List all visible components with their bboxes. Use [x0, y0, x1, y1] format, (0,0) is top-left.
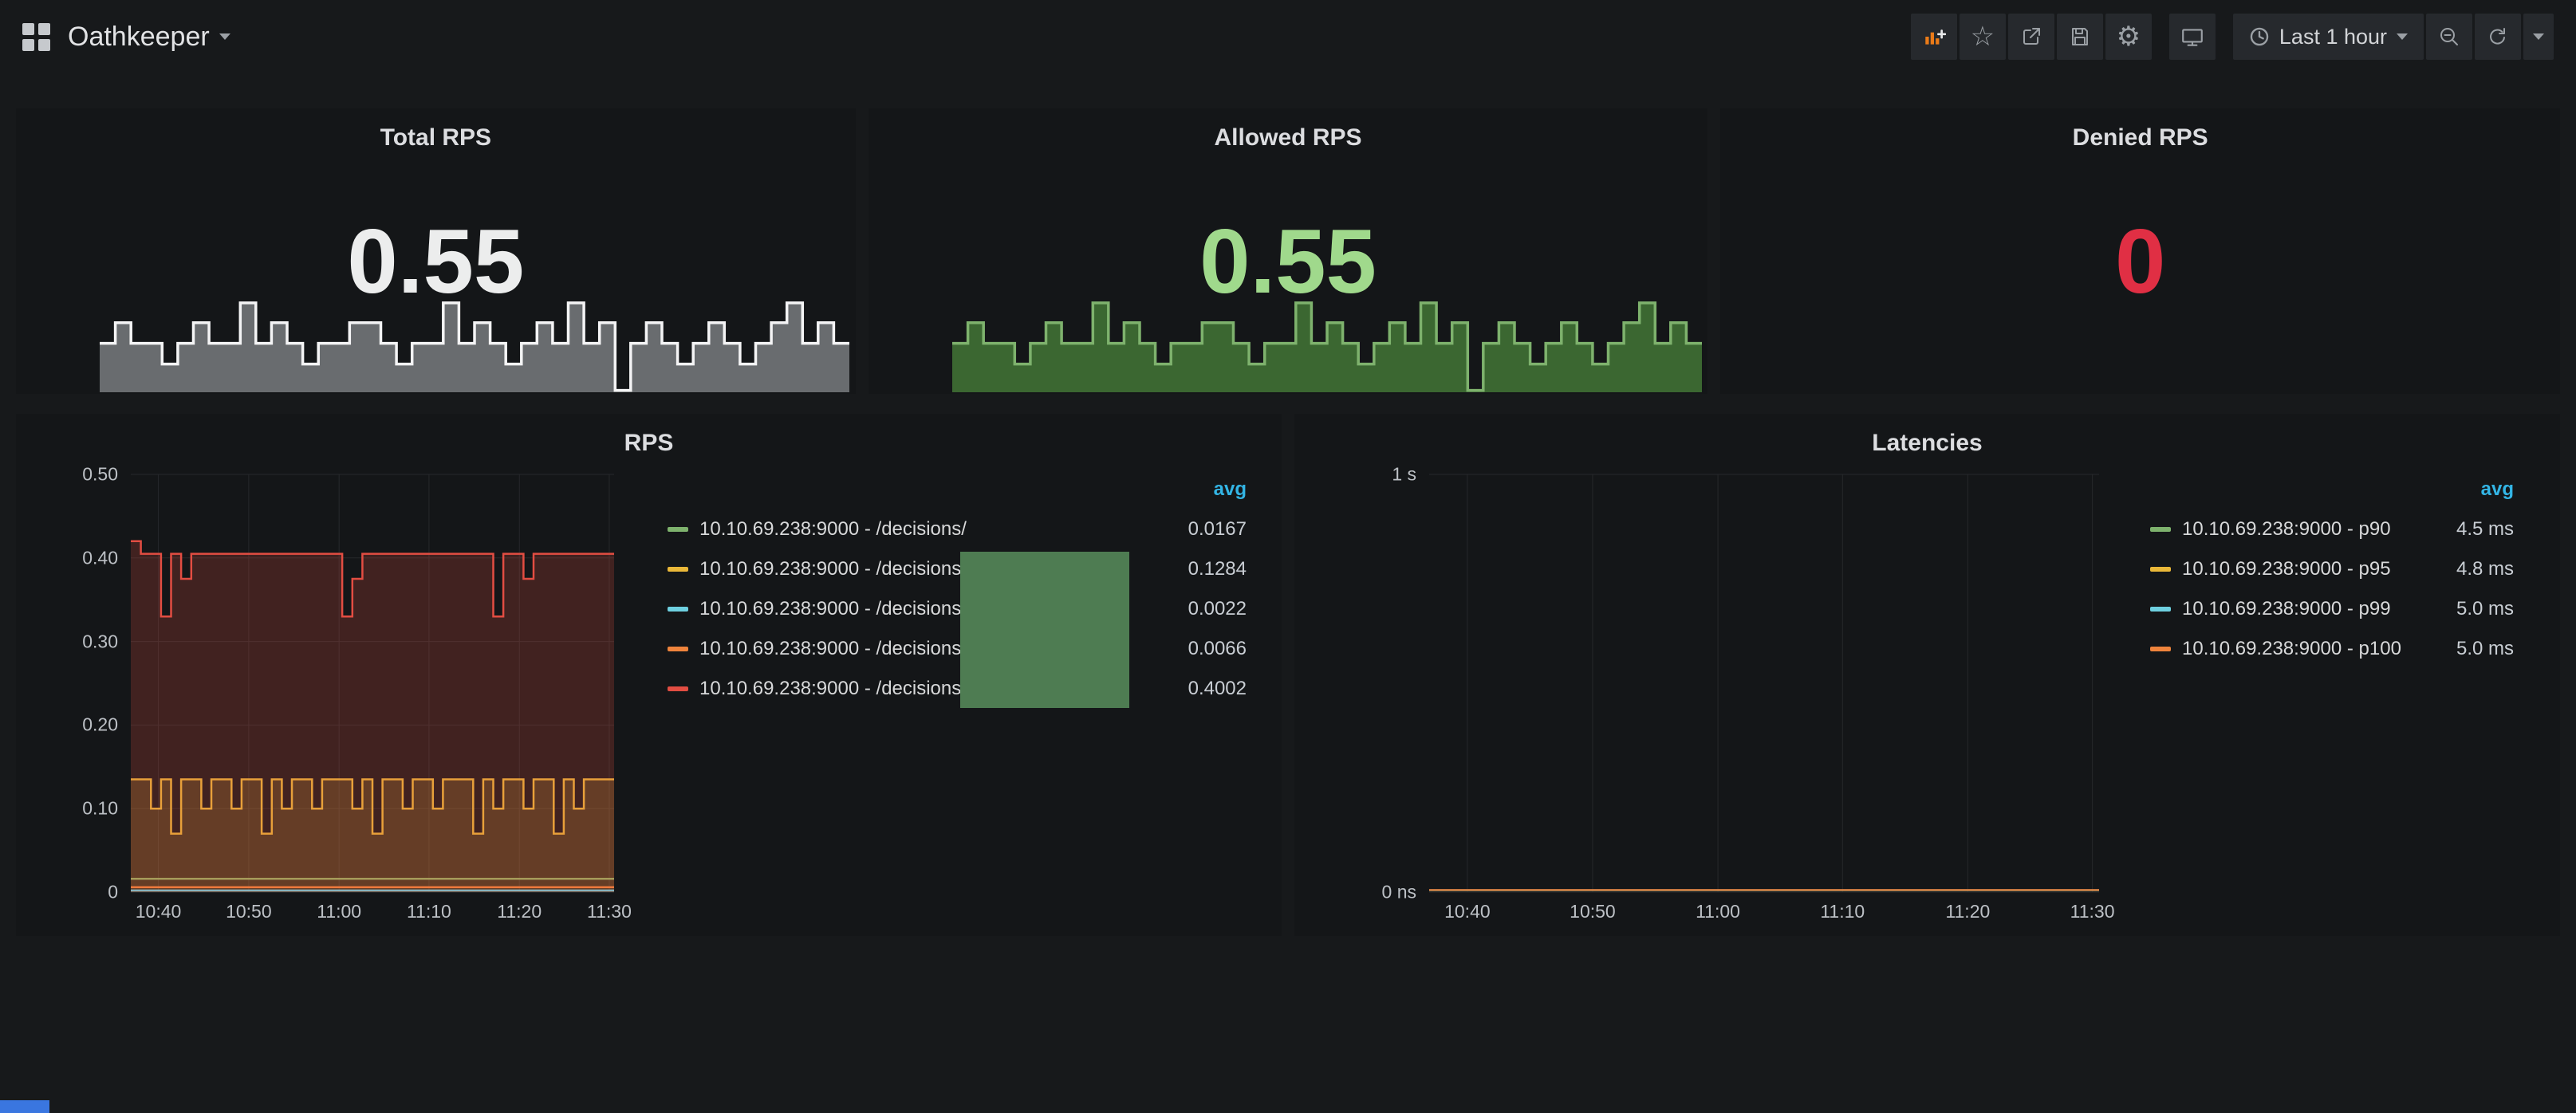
series-label: 10.10.69.238:9000 - p100	[2182, 638, 2401, 660]
time-range-label: Last 1 hour	[2279, 25, 2387, 49]
series-label: 10.10.69.238:9000 - /decisions/	[699, 638, 967, 660]
series-avg-value: 0.1284	[1188, 558, 1247, 580]
dashboard-settings-button[interactable]: ⚙	[2105, 14, 2152, 60]
time-range-caret-icon	[2397, 33, 2408, 40]
dashboard-title[interactable]: Oathkeeper	[68, 22, 210, 53]
star-dashboard-button[interactable]: ☆	[1960, 14, 2006, 60]
series-avg-value: 0.0167	[1188, 518, 1247, 541]
series-label: 10.10.69.238:9000 - /decisions/	[699, 678, 967, 700]
panel-title-denied-rps[interactable]: Denied RPS	[1720, 124, 2560, 151]
dashboard-dropdown-caret-icon[interactable]	[219, 33, 230, 40]
series-color-dash	[668, 607, 688, 612]
rps-chart[interactable]: 10:4010:5011:0011:1011:2011:300.500.400.…	[131, 474, 614, 892]
panel-title-latencies[interactable]: Latencies	[1294, 430, 2560, 457]
legend-avg-header: avg	[2150, 476, 2514, 509]
series-avg-value: 4.8 ms	[2456, 558, 2514, 580]
panel-denied-rps: Denied RPS 0	[1720, 108, 2560, 394]
series-label: 10.10.69.238:9000 - /decisions/	[699, 598, 967, 620]
series-avg-value: 0.0022	[1188, 598, 1247, 620]
save-icon	[2069, 26, 2091, 48]
add-panel-graph-icon	[1922, 25, 1946, 49]
share-dashboard-button[interactable]	[2008, 14, 2054, 60]
series-color-dash	[668, 686, 688, 691]
series-label: 10.10.69.238:9000 - /decisions/	[699, 558, 967, 580]
bottom-left-blue-strip	[0, 1100, 49, 1113]
legend-row[interactable]: 10.10.69.238:9000 - /decisions/ 0.0167	[668, 509, 1247, 549]
navbar-right: ☆ ⚙	[1911, 14, 2554, 60]
share-icon	[2020, 26, 2042, 48]
refresh-icon	[2487, 26, 2509, 48]
series-color-dash	[668, 527, 688, 532]
latencies-legend: avg 10.10.69.238:9000 - p90 4.5 ms 10.10…	[2150, 476, 2514, 669]
dashboard-grid: Total RPS 0.55 Allowed RPS 0.55 Denied R…	[0, 108, 2576, 936]
add-panel-button[interactable]	[1911, 14, 1957, 60]
panel-title-total-rps[interactable]: Total RPS	[16, 124, 856, 151]
star-icon: ☆	[1971, 23, 1995, 50]
series-avg-value: 4.5 ms	[2456, 518, 2514, 541]
legend-row[interactable]: 10.10.69.238:9000 - p100 5.0 ms	[2150, 629, 2514, 669]
series-avg-value: 5.0 ms	[2456, 598, 2514, 620]
allowed-rps-value: 0.55	[869, 217, 1708, 308]
clock-icon	[2249, 26, 2270, 47]
legend-row[interactable]: 10.10.69.238:9000 - p90 4.5 ms	[2150, 509, 2514, 549]
series-color-dash	[2150, 607, 2171, 612]
green-overlay-box	[960, 552, 1129, 708]
series-label: 10.10.69.238:9000 - /decisions/	[699, 518, 967, 541]
save-dashboard-button[interactable]	[2057, 14, 2103, 60]
refresh-button[interactable]	[2475, 14, 2521, 60]
denied-rps-value: 0	[1720, 217, 2560, 308]
series-color-dash	[668, 647, 688, 651]
legend-row[interactable]: 10.10.69.238:9000 - /decisions/ 0.0022	[668, 589, 1247, 629]
panel-title-rps[interactable]: RPS	[16, 430, 1282, 457]
panel-latencies: Latencies 10:4010:5011:0011:1011:2011:30…	[1294, 414, 2560, 936]
stats-row: Total RPS 0.55 Allowed RPS 0.55 Denied R…	[16, 108, 2560, 394]
panel-allowed-rps: Allowed RPS 0.55	[869, 108, 1708, 394]
cycle-view-mode-button[interactable]	[2169, 14, 2216, 60]
navbar-left: Oathkeeper	[22, 22, 230, 53]
navbar: Oathkeeper ☆	[0, 0, 2576, 73]
series-avg-value: 5.0 ms	[2456, 638, 2514, 660]
series-color-dash	[2150, 527, 2171, 532]
graphs-row: RPS 10:4010:5011:0011:1011:2011:300.500.…	[16, 414, 2560, 936]
total-rps-value: 0.55	[16, 217, 856, 308]
time-range-picker[interactable]: Last 1 hour	[2233, 14, 2424, 60]
zoom-out-icon	[2438, 26, 2460, 48]
series-label: 10.10.69.238:9000 - p99	[2182, 598, 2391, 620]
series-avg-value: 0.4002	[1188, 678, 1247, 700]
panel-title-allowed-rps[interactable]: Allowed RPS	[869, 124, 1708, 151]
legend-row[interactable]: 10.10.69.238:9000 - p99 5.0 ms	[2150, 589, 2514, 629]
refresh-interval-dropdown[interactable]	[2523, 14, 2554, 60]
legend-row[interactable]: 10.10.69.238:9000 - /decisions/ 0.0066	[668, 629, 1247, 669]
refresh-caret-icon	[2533, 33, 2544, 40]
apps-grid-icon[interactable]	[22, 23, 50, 51]
gear-icon: ⚙	[2117, 23, 2141, 50]
series-label: 10.10.69.238:9000 - p95	[2182, 558, 2391, 580]
zoom-out-time-button[interactable]	[2426, 14, 2472, 60]
latencies-chart[interactable]: 10:4010:5011:0011:1011:2011:301 s0 ns	[1429, 474, 2099, 892]
series-label: 10.10.69.238:9000 - p90	[2182, 518, 2391, 541]
legend-row[interactable]: 10.10.69.238:9000 - /decisions/ 0.4002	[668, 669, 1247, 709]
series-color-dash	[2150, 567, 2171, 572]
panel-total-rps: Total RPS 0.55	[16, 108, 856, 394]
series-color-dash	[668, 567, 688, 572]
series-avg-value: 0.0066	[1188, 638, 1247, 660]
monitor-icon	[2180, 25, 2204, 49]
panel-rps: RPS 10:4010:5011:0011:1011:2011:300.500.…	[16, 414, 1282, 936]
legend-row[interactable]: 10.10.69.238:9000 - p95 4.8 ms	[2150, 549, 2514, 589]
series-color-dash	[2150, 647, 2171, 651]
rps-legend: avg 10.10.69.238:9000 - /decisions/ 0.01…	[668, 476, 1247, 709]
legend-row[interactable]: 10.10.69.238:9000 - /decisions/ 0.1284	[668, 549, 1247, 589]
legend-avg-header: avg	[668, 476, 1247, 509]
